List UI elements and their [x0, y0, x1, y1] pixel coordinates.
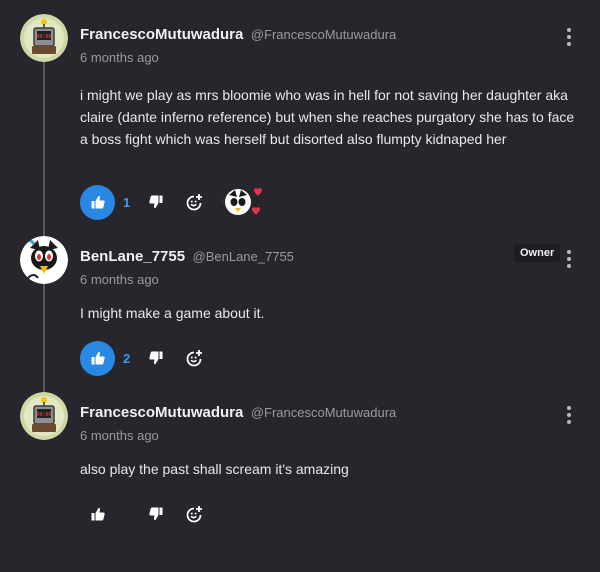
robot-avatar-icon: 00:00 — [20, 14, 68, 62]
comment-text: I might make a game about it. — [80, 305, 265, 321]
avatar[interactable]: 00:00 — [20, 14, 68, 62]
thread-line — [43, 62, 45, 402]
author-name[interactable]: FrancescoMutuwadura — [80, 26, 243, 43]
add-reaction-icon — [186, 350, 202, 367]
more-options-button[interactable] — [563, 28, 575, 46]
more-vertical-icon — [567, 250, 571, 254]
dislike-button[interactable] — [143, 501, 169, 527]
like-button[interactable] — [80, 184, 115, 220]
comment-actions — [80, 496, 219, 532]
add-reaction-icon — [186, 506, 202, 523]
comment-actions: 1 — [80, 184, 262, 220]
timestamp[interactable]: 6 months ago — [80, 428, 159, 443]
thumbs-down-icon — [149, 507, 163, 521]
thumbs-down-icon — [149, 351, 163, 365]
add-reaction-button[interactable] — [181, 189, 207, 215]
avatar[interactable]: 00:00 — [20, 392, 68, 440]
more-options-button[interactable] — [563, 406, 575, 424]
avatar[interactable] — [20, 236, 68, 284]
like-button[interactable] — [80, 497, 115, 532]
thumbs-down-icon — [149, 195, 163, 209]
comment-header: BenLane_7755 @BenLane_7755 — [80, 248, 294, 266]
like-count: 2 — [123, 350, 131, 366]
more-vertical-icon — [567, 406, 571, 410]
svg-text:00:00: 00:00 — [36, 34, 51, 40]
more-options-button[interactable] — [563, 250, 575, 268]
creator-heart-icon — [220, 188, 262, 215]
thumbs-up-icon — [91, 351, 105, 365]
author-handle[interactable]: @FrancescoMutuwadura — [251, 27, 396, 42]
timestamp[interactable]: 6 months ago — [80, 50, 159, 65]
thumbs-up-icon — [91, 507, 105, 521]
comment-thread: 00:00 FrancescoMutuwadura @FrancescoMutu… — [0, 0, 600, 572]
dislike-button[interactable] — [143, 189, 169, 215]
like-button[interactable] — [80, 340, 115, 376]
add-reaction-button[interactable] — [181, 501, 207, 527]
creator-heart-reaction[interactable] — [220, 185, 262, 219]
add-reaction-button[interactable] — [181, 345, 207, 371]
svg-text:00:00: 00:00 — [36, 412, 51, 418]
owner-badge: Owner — [514, 244, 561, 262]
add-reaction-icon — [186, 194, 202, 211]
thumbs-up-icon — [91, 195, 105, 209]
timestamp[interactable]: 6 months ago — [80, 272, 159, 287]
comment-header: FrancescoMutuwadura @FrancescoMutuwadura — [80, 404, 396, 422]
robot-avatar-icon: 00:00 — [20, 392, 68, 440]
author-name[interactable]: BenLane_7755 — [80, 248, 185, 265]
more-vertical-icon — [567, 28, 571, 32]
comment-text: i might we play as mrs bloomie who was i… — [80, 87, 575, 147]
author-handle[interactable]: @BenLane_7755 — [193, 249, 294, 264]
like-count: 1 — [123, 194, 131, 210]
comment-text: also play the past shall scream it's ama… — [80, 461, 349, 477]
dislike-button[interactable] — [143, 345, 169, 371]
comment-header: FrancescoMutuwadura @FrancescoMutuwadura — [80, 26, 396, 44]
cartoon-bird-avatar-icon — [20, 236, 68, 284]
author-handle[interactable]: @FrancescoMutuwadura — [251, 405, 396, 420]
author-name[interactable]: FrancescoMutuwadura — [80, 404, 243, 421]
comment-actions: 2 — [80, 340, 219, 376]
